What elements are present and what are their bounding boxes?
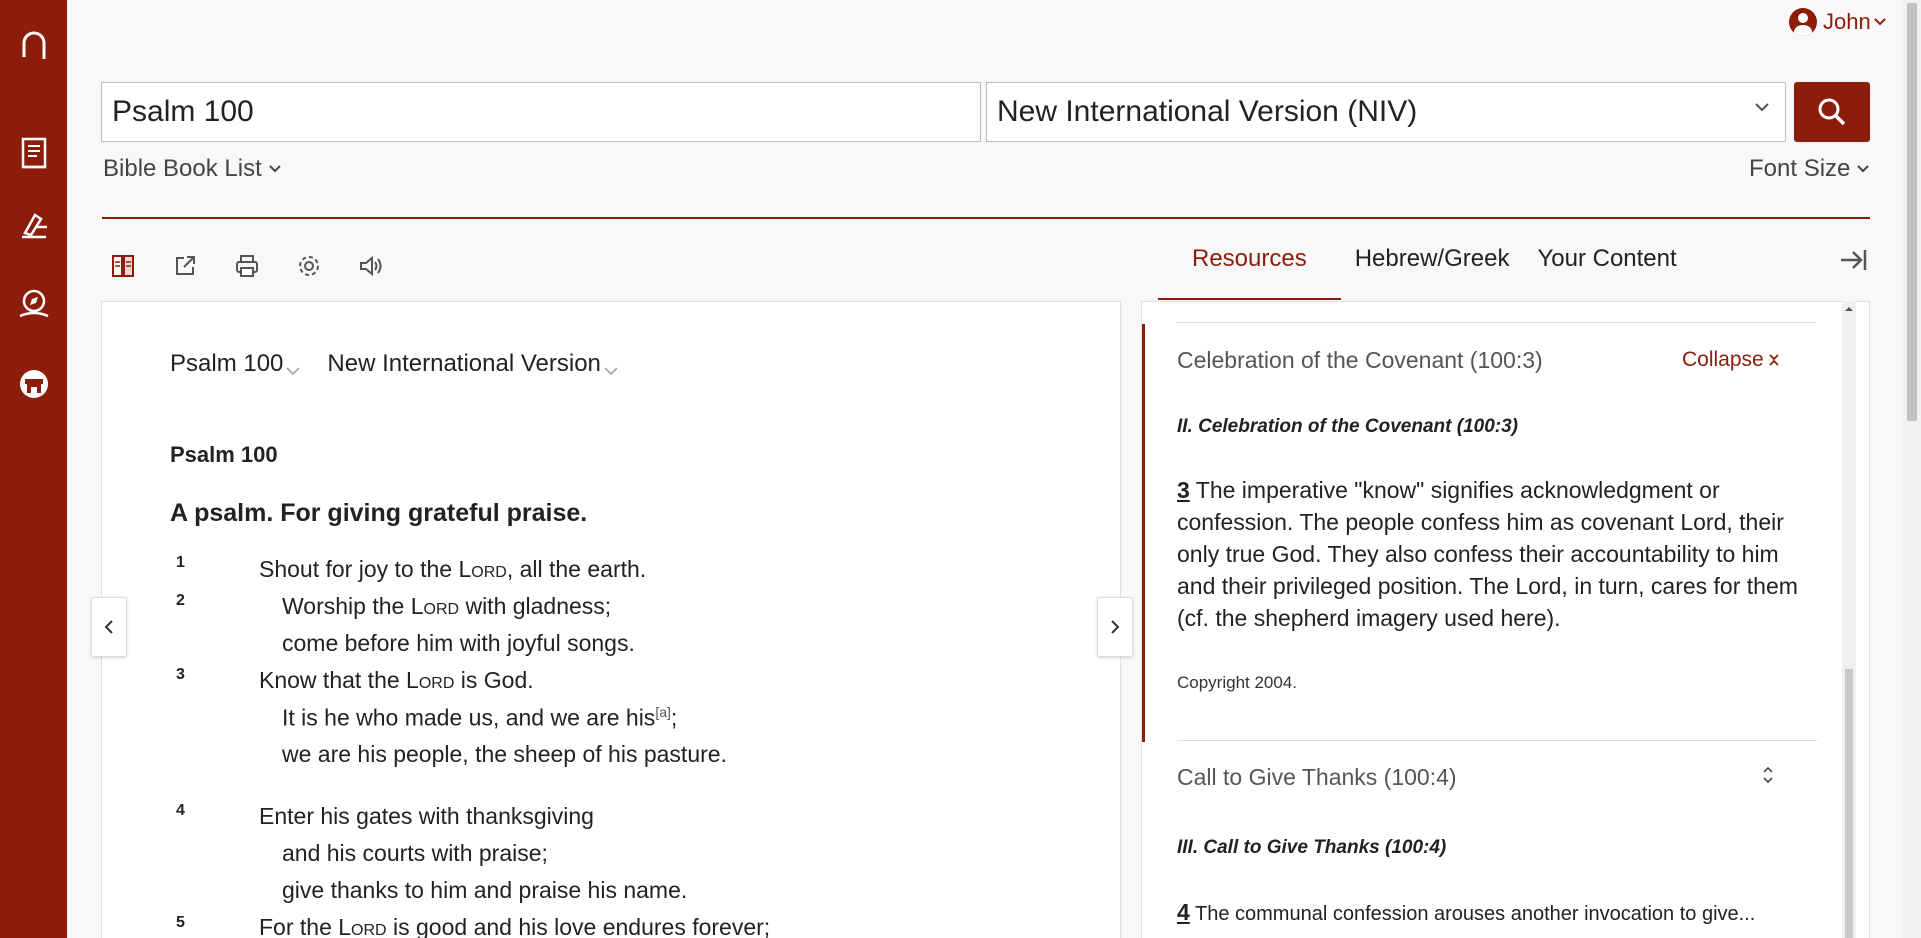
verse-line: Shout for joy to the Lord, all the earth… bbox=[259, 556, 647, 582]
page-scrollbar[interactable] bbox=[1903, 0, 1921, 938]
section-heading[interactable]: Call to Give Thanks (100:4) bbox=[1177, 764, 1457, 791]
search-icon bbox=[1818, 98, 1846, 126]
footnote-link[interactable]: [a] bbox=[655, 704, 671, 720]
copyright-note: Copyright 2004. bbox=[1177, 673, 1298, 692]
left-nav bbox=[0, 0, 67, 938]
verse-number: 4 bbox=[176, 802, 185, 819]
divider bbox=[1176, 322, 1816, 323]
verse-reference-link[interactable]: 4 bbox=[1177, 899, 1190, 925]
header-divider bbox=[102, 217, 1870, 219]
verse-number: 3 bbox=[176, 666, 185, 683]
parallel-icon[interactable] bbox=[107, 250, 139, 282]
store-icon[interactable] bbox=[16, 366, 52, 402]
passage-heading: Psalm 100 bbox=[170, 442, 278, 467]
next-chapter-button[interactable] bbox=[1097, 597, 1133, 657]
bible-book-list-label: Bible Book List bbox=[103, 155, 262, 182]
chevron-down-icon bbox=[604, 367, 618, 376]
user-icon bbox=[1789, 8, 1817, 36]
book-icon[interactable] bbox=[16, 136, 52, 172]
reader-header: Psalm 100 New International Version bbox=[170, 350, 619, 378]
resources-panel: Celebration of the Covenant (100:3) Coll… bbox=[1141, 301, 1870, 938]
scrollbar-thumb[interactable] bbox=[1845, 669, 1853, 938]
verse-line: It is he who made us, and we are his[a]; bbox=[282, 704, 678, 731]
font-size-label: Font Size bbox=[1749, 155, 1851, 182]
chevron-right-icon bbox=[1111, 620, 1120, 634]
chevron-down-icon bbox=[1755, 103, 1769, 112]
commentary-text: 4 The communal confession arouses anothe… bbox=[1177, 899, 1756, 925]
verse-line: give thanks to him and praise his name. bbox=[282, 877, 688, 903]
settings-icon[interactable] bbox=[293, 250, 325, 282]
collapse-icon bbox=[1769, 354, 1779, 366]
reader-version-select[interactable]: New International Version bbox=[327, 350, 619, 378]
reader-toolbar bbox=[107, 250, 387, 282]
chevron-down-icon bbox=[1874, 18, 1886, 26]
section-subheading: III. Call to Give Thanks (100:4) bbox=[1177, 837, 1447, 858]
chevron-down-icon bbox=[286, 367, 300, 376]
share-icon[interactable] bbox=[169, 250, 201, 282]
scroll-up-icon[interactable] bbox=[1842, 303, 1856, 315]
search-button[interactable] bbox=[1794, 82, 1870, 142]
chevron-down-icon bbox=[269, 165, 281, 173]
collapse-button[interactable]: Collapse bbox=[1682, 348, 1780, 372]
verse-line: Know that the Lord is God. bbox=[259, 667, 534, 693]
tab-resources[interactable]: Resources bbox=[1158, 246, 1341, 300]
version-select[interactable]: New International Version (NIV) bbox=[986, 82, 1786, 142]
explore-icon[interactable] bbox=[16, 286, 52, 322]
active-section-indicator bbox=[1142, 324, 1145, 742]
verse-number: 2 bbox=[176, 592, 185, 609]
study-icon[interactable] bbox=[16, 208, 52, 244]
collapse-label: Collapse bbox=[1682, 348, 1764, 371]
bible-book-list-dropdown[interactable]: Bible Book List bbox=[103, 155, 282, 183]
previous-chapter-button[interactable] bbox=[91, 597, 127, 657]
user-name: John bbox=[1823, 9, 1871, 34]
divider bbox=[1177, 740, 1817, 741]
verse-line: Worship the Lord with gladness; bbox=[282, 593, 612, 619]
section-heading[interactable]: Celebration of the Covenant (100:3) bbox=[1177, 347, 1543, 374]
commentary-text: 3 The imperative "know" signifies acknow… bbox=[1177, 477, 1798, 631]
resources-scrollbar[interactable] bbox=[1842, 301, 1856, 938]
version-select-value: New International Version (NIV) bbox=[997, 95, 1418, 128]
scrollbar-thumb[interactable] bbox=[1907, 3, 1917, 421]
font-size-dropdown[interactable]: Font Size bbox=[1749, 155, 1870, 183]
verse-reference-link[interactable]: 3 bbox=[1177, 477, 1190, 503]
chevron-left-icon bbox=[104, 620, 113, 634]
print-icon[interactable] bbox=[231, 250, 263, 282]
verse-number: 1 bbox=[176, 554, 185, 571]
tab-hebrew-greek[interactable]: Hebrew/Greek bbox=[1341, 246, 1524, 300]
expand-icon[interactable] bbox=[1762, 765, 1774, 790]
close-panel-icon[interactable] bbox=[1837, 244, 1869, 281]
user-menu[interactable]: John bbox=[1789, 8, 1887, 36]
psalm-superscription: A psalm. For giving grateful praise. bbox=[170, 499, 588, 527]
verse-line: and his courts with praise; bbox=[282, 840, 548, 866]
reader-version-value: New International Version bbox=[327, 350, 601, 377]
verse-line: Enter his gates with thanksgiving bbox=[259, 803, 594, 829]
chevron-down-icon bbox=[1857, 165, 1870, 173]
search-input[interactable] bbox=[101, 82, 981, 142]
tab-your-content[interactable]: Your Content bbox=[1523, 246, 1690, 300]
main-area: John New International Version (NIV) Bib… bbox=[67, 0, 1921, 938]
passage-select-value: Psalm 100 bbox=[170, 350, 284, 377]
audio-icon[interactable] bbox=[355, 250, 387, 282]
verse-line: For the Lord is good and his love endure… bbox=[259, 914, 771, 938]
verse-number: 5 bbox=[176, 914, 185, 931]
passage-select[interactable]: Psalm 100 bbox=[170, 350, 301, 378]
verse-line: we are his people, the sheep of his past… bbox=[282, 741, 727, 767]
logo-icon[interactable] bbox=[16, 28, 52, 64]
section-subheading: II. Celebration of the Covenant (100:3) bbox=[1177, 416, 1518, 437]
passage-reader: Psalm 100 New International Version Psal… bbox=[101, 301, 1121, 938]
panel-tabs: Resources Hebrew/Greek Your Content bbox=[1158, 246, 1691, 300]
verse-line: come before him with joyful songs. bbox=[282, 630, 635, 656]
